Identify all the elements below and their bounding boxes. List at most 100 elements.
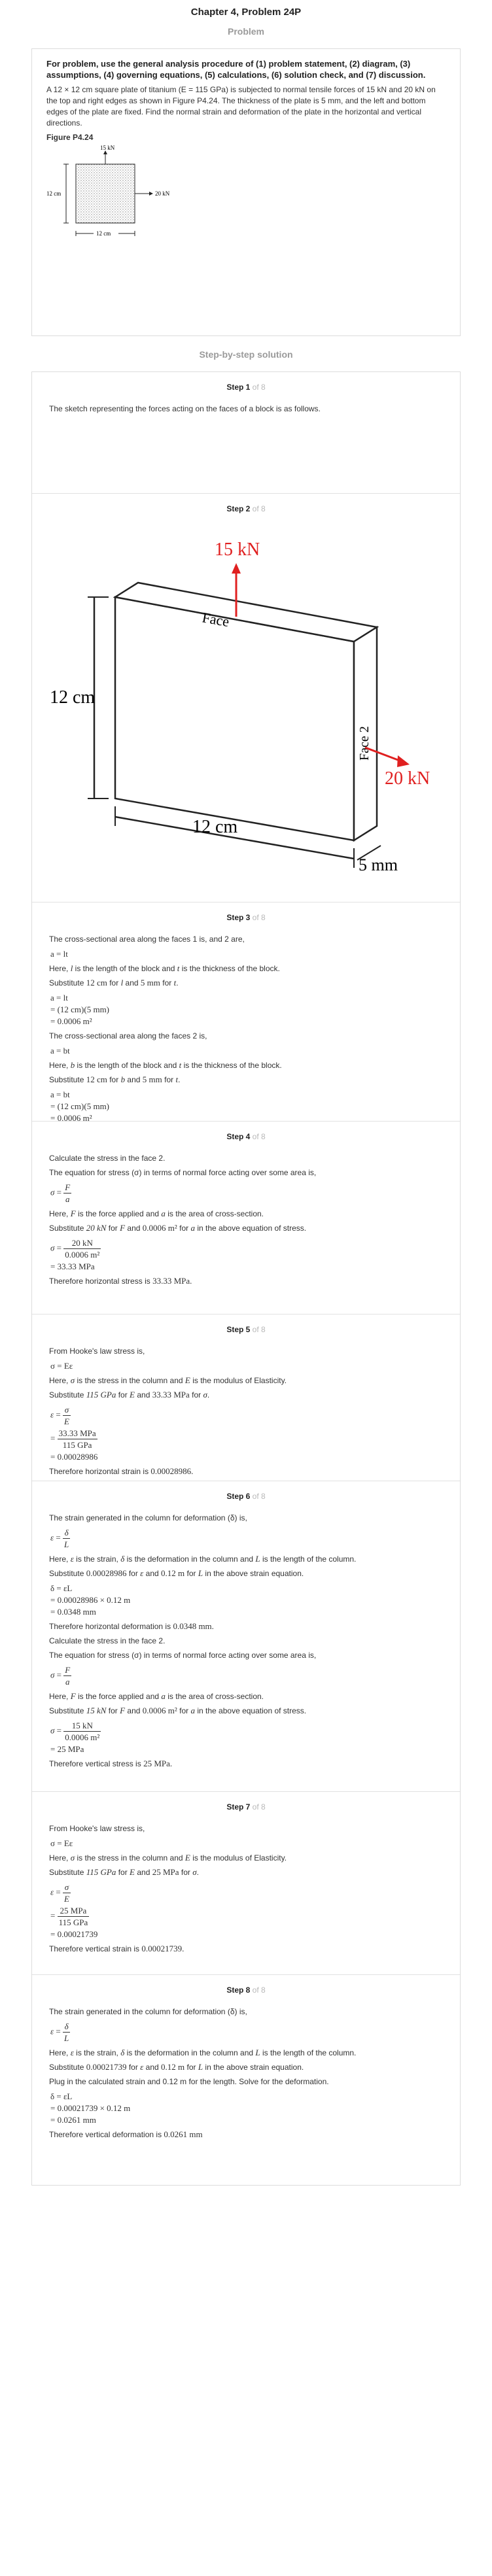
plate — [75, 163, 135, 224]
step-number: Step 6 — [226, 1492, 251, 1501]
strain-def-formula: ε = δL — [50, 1528, 71, 1549]
step-3-intro-2: The cross-sectional area along the faces… — [49, 1031, 207, 1040]
step-6-where-2: Here, F is the force applied and a is th… — [49, 1691, 264, 1701]
fig-left-dim: 12 cm — [46, 190, 61, 197]
deformation-calc-2: δ = εL = 0.00021739 × 0.12 m = 0.0261 mm — [50, 2091, 131, 2125]
step-1: Step 1 of 8 The sketch representing the … — [32, 372, 460, 493]
step-8-where: Here, ε is the strain, δ is the deformat… — [49, 2048, 357, 2057]
stress-formula-2: σ = Fa — [50, 1665, 72, 1687]
step-3-sub-2: Substitute 12 cm for b and 5 mm for t. — [49, 1074, 181, 1084]
stress-calc: σ = 20 kN 0.0006 m² = 33.33 MPa — [50, 1238, 101, 1271]
problem-card: For problem, use the general analysis pr… — [31, 48, 461, 336]
figure-p4-24: 15 kN 20 kN 12 cm 12 cm — [46, 145, 170, 237]
step-number: Step 5 — [226, 1325, 251, 1334]
step-2-header: Step 2 of 8 — [49, 504, 443, 513]
step-4: Step 4 of 8 Calculate the stress in the … — [32, 1121, 460, 1314]
step-6-intro: The strain generated in the column for d… — [49, 1513, 247, 1522]
deformation-calc: δ = εL = 0.00028986 × 0.12 m = 0.0348 mm — [50, 1583, 131, 1617]
page-title: Chapter 4, Problem 24P — [190, 7, 302, 18]
step-6-intro-2: Calculate the stress in the face 2. — [49, 1636, 166, 1645]
step-5: Step 5 of 8 From Hooke's law stress is, … — [32, 1314, 460, 1481]
step-6-sub-2: Substitute 15 kN for F and 0.0006 m² for… — [49, 1706, 307, 1715]
thickness-dim-label: 5 mm — [359, 855, 398, 874]
step-3-where-2: Here, b is the length of the block and t… — [49, 1060, 282, 1070]
step-5-where: Here, σ is the stress in the column and … — [49, 1375, 287, 1385]
step-8: Step 8 of 8 The strain generated in the … — [32, 1974, 460, 2185]
step-3-intro: The cross-sectional area along the faces… — [49, 935, 245, 944]
stress-formula: σ = Fa — [50, 1182, 72, 1204]
step-7-where: Here, σ is the stress in the column and … — [49, 1853, 287, 1863]
step-7-answer: Therefore vertical strain is 0.00021739. — [49, 1944, 184, 1953]
problem-statement: A 12 × 12 cm square plate of titanium (E… — [46, 85, 436, 128]
height-dim-label: 12 cm — [50, 687, 95, 708]
strain-calc-2: ε = σE = 25 MPa 115 GPa = 0.00021739 — [50, 1882, 98, 1939]
step-8-sub: Substitute 0.00021739 for ε and 0.12 m f… — [49, 2062, 304, 2072]
strain-def-formula-2: ε = δL — [50, 2021, 71, 2043]
step-of: of 8 — [252, 1132, 266, 1141]
step-number: Step 4 — [226, 1132, 251, 1141]
problem-lead: For problem, use the general analysis pr… — [46, 59, 426, 80]
area-calc-2: a = bt = (12 cm)(5 mm) = 0.0006 m² — [50, 1090, 110, 1123]
area-calc-1: a = lt = (12 cm)(5 mm) = 0.0006 m² — [50, 993, 110, 1026]
step-number: Step 2 — [226, 504, 251, 513]
fig-top-force: 15 kN — [100, 145, 115, 151]
step-5-intro: From Hooke's law stress is, — [49, 1347, 145, 1356]
steps-container: Step 1 of 8 The sketch representing the … — [31, 371, 461, 2186]
area-formula-2: a = bt — [50, 1046, 70, 1056]
step-1-text: The sketch representing the forces actin… — [49, 404, 321, 413]
step-2: Step 2 of 8 Face Face 2 15 kN 20 kN 12 c… — [32, 493, 460, 902]
step-of: of 8 — [252, 913, 266, 922]
hookes-law: σ = Eε — [50, 1361, 73, 1371]
area-formula-1: a = lt — [50, 949, 68, 959]
step-3-where-1: Here, l is the length of the block and t… — [49, 963, 280, 973]
step-5-header: Step 5 of 8 — [49, 1325, 443, 1334]
step-6-sub: Substitute 0.00028986 for ε and 0.12 m f… — [49, 1568, 304, 1578]
figure-label: Figure P4.24 — [46, 133, 94, 142]
step-4-where: Here, F is the force applied and a is th… — [49, 1209, 264, 1218]
width-dim-label: 12 cm — [192, 817, 237, 837]
step-8-header: Step 8 of 8 — [49, 1985, 443, 1995]
step-7-header: Step 7 of 8 — [49, 1802, 443, 1812]
step-4-eq-desc: The equation for stress (σ) in terms of … — [49, 1168, 317, 1177]
step-7-sub: Substitute 115 GPa for E and 25 MPa for … — [49, 1867, 199, 1877]
step-of: of 8 — [252, 1492, 266, 1501]
step-3: Step 3 of 8 The cross-sectional area alo… — [32, 902, 460, 1123]
step-number: Step 8 — [226, 1985, 251, 1995]
step-3-header: Step 3 of 8 — [49, 913, 443, 922]
step-number: Step 7 — [226, 1802, 251, 1812]
step-6-answer-2: Therefore vertical stress is 25 MPa. — [49, 1759, 173, 1768]
step-number: Step 1 — [226, 383, 251, 392]
step-4-answer: Therefore horizontal stress is 33.33 MPa… — [49, 1276, 192, 1286]
step-number: Step 3 — [226, 913, 251, 922]
step-of: of 8 — [252, 1985, 266, 1995]
strain-calc: ε = σE = 33.33 MPa 115 GPa = 0.00028986 — [50, 1405, 98, 1462]
hookes-law-2: σ = Eε — [50, 1838, 73, 1848]
step-6: Step 6 of 8 The strain generated in the … — [32, 1481, 460, 1791]
step-8-plug: Plug in the calculated strain and 0.12 m… — [49, 2077, 329, 2086]
step-8-intro: The strain generated in the column for d… — [49, 2007, 247, 2016]
step-of: of 8 — [252, 504, 266, 513]
face-2-label: Face 2 — [357, 726, 372, 761]
stress-calc-2: σ = 15 kN 0.0006 m² = 25 MPa — [50, 1721, 101, 1754]
fig-right-force: 20 kN — [155, 190, 170, 197]
step-of: of 8 — [252, 383, 266, 392]
problem-heading: Problem — [227, 26, 264, 37]
fig-bottom-dim: 12 cm — [96, 230, 111, 237]
step-4-sub: Substitute 20 kN for F and 0.0006 m² for… — [49, 1223, 307, 1233]
step-5-sub: Substitute 115 GPa for E and 33.33 MPa f… — [49, 1390, 210, 1400]
step-of: of 8 — [252, 1802, 266, 1812]
block-force-diagram: Face Face 2 15 kN 20 kN 12 cm 12 cm 5 mm — [50, 540, 430, 874]
step-6-answer-1: Therefore horizontal deformation is 0.03… — [49, 1621, 214, 1631]
step-8-answer: Therefore vertical deformation is 0.0261… — [49, 2129, 203, 2139]
right-force-label: 20 kN — [385, 768, 430, 789]
step-5-answer: Therefore horizontal strain is 0.0002898… — [49, 1466, 194, 1476]
step-6-where: Here, ε is the strain, δ is the deformat… — [49, 1554, 357, 1564]
step-6-header: Step 6 of 8 — [49, 1492, 443, 1501]
step-7-intro: From Hooke's law stress is, — [49, 1824, 145, 1833]
step-4-header: Step 4 of 8 — [49, 1132, 443, 1141]
top-force-label: 15 kN — [215, 540, 260, 560]
solution-heading: Step-by-step solution — [199, 349, 293, 360]
step-6-eq-desc: The equation for stress (σ) in terms of … — [49, 1651, 317, 1660]
step-of: of 8 — [252, 1325, 266, 1334]
step-4-intro: Calculate the stress in the face 2. — [49, 1154, 166, 1163]
